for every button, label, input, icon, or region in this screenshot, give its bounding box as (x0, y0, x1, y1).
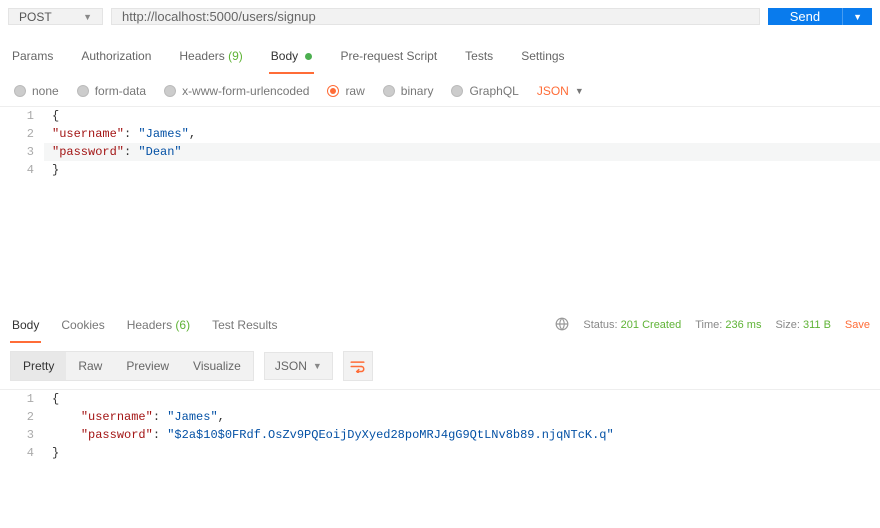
tab-tests[interactable]: Tests (463, 39, 495, 73)
modified-dot-icon (305, 53, 312, 60)
chevron-down-icon: ▼ (853, 12, 862, 22)
view-visualize-button[interactable]: Visualize (181, 352, 253, 380)
tab-headers[interactable]: Headers (9) (177, 39, 244, 73)
response-tab-body[interactable]: Body (10, 308, 41, 342)
tab-authorization[interactable]: Authorization (79, 39, 153, 73)
view-preview-button[interactable]: Preview (114, 352, 181, 380)
body-type-form-data[interactable]: form-data (77, 84, 146, 98)
save-response-button[interactable]: Save (845, 319, 870, 331)
size-label: Size: 311 B (775, 319, 830, 331)
response-meta: Status: 201 Created Time: 236 ms Size: 3… (555, 317, 870, 334)
time-label: Time: 236 ms (695, 319, 761, 331)
status-label: Status: 201 Created (583, 319, 681, 331)
body-format-select[interactable]: JSON ▼ (537, 84, 584, 98)
body-type-raw[interactable]: raw (327, 84, 364, 98)
body-format-value: JSON (537, 84, 569, 98)
tab-headers-count: (9) (228, 49, 243, 63)
tab-body[interactable]: Body (269, 39, 315, 73)
response-view-group: Pretty Raw Preview Visualize (10, 351, 254, 381)
response-body-editor[interactable]: 1{2 "username": "James",3 "password": "$… (0, 389, 880, 462)
tab-params[interactable]: Params (10, 39, 55, 73)
request-tabs: Params Authorization Headers (9) Body Pr… (0, 39, 880, 74)
chevron-down-icon: ▼ (83, 12, 92, 22)
globe-icon[interactable] (555, 317, 569, 334)
response-tab-cookies[interactable]: Cookies (59, 308, 106, 342)
tab-headers-label: Headers (179, 49, 224, 63)
view-pretty-button[interactable]: Pretty (11, 352, 66, 380)
url-input[interactable] (111, 8, 760, 25)
response-tab-test-results[interactable]: Test Results (210, 308, 279, 342)
http-method-select[interactable]: POST ▼ (8, 8, 103, 25)
chevron-down-icon: ▼ (313, 361, 322, 371)
view-raw-button[interactable]: Raw (66, 352, 114, 380)
response-header: Body Cookies Headers (6) Test Results St… (0, 308, 880, 343)
send-button-group: Send ▼ (768, 8, 872, 25)
response-tabs: Body Cookies Headers (6) Test Results (10, 308, 279, 342)
wrap-lines-button[interactable] (343, 351, 373, 381)
body-type-binary[interactable]: binary (383, 84, 434, 98)
tab-prerequest[interactable]: Pre-request Script (338, 39, 439, 73)
request-body-editor[interactable]: 1{2"username": "James",3"password": "Dea… (0, 106, 880, 296)
chevron-down-icon: ▼ (575, 86, 584, 96)
response-tab-headers[interactable]: Headers (6) (125, 308, 192, 342)
body-type-none[interactable]: none (14, 84, 59, 98)
body-type-urlencoded[interactable]: x-www-form-urlencoded (164, 84, 309, 98)
tab-settings[interactable]: Settings (519, 39, 566, 73)
request-bar: POST ▼ Send ▼ (0, 0, 880, 33)
send-options-button[interactable]: ▼ (842, 8, 872, 25)
body-type-row: none form-data x-www-form-urlencoded raw… (0, 74, 880, 106)
response-toolbar: Pretty Raw Preview Visualize JSON ▼ (0, 343, 880, 389)
send-button[interactable]: Send (768, 8, 842, 25)
response-format-select[interactable]: JSON ▼ (264, 352, 333, 380)
http-method-value: POST (19, 10, 52, 24)
tab-body-label: Body (271, 49, 298, 63)
body-type-graphql[interactable]: GraphQL (451, 84, 518, 98)
